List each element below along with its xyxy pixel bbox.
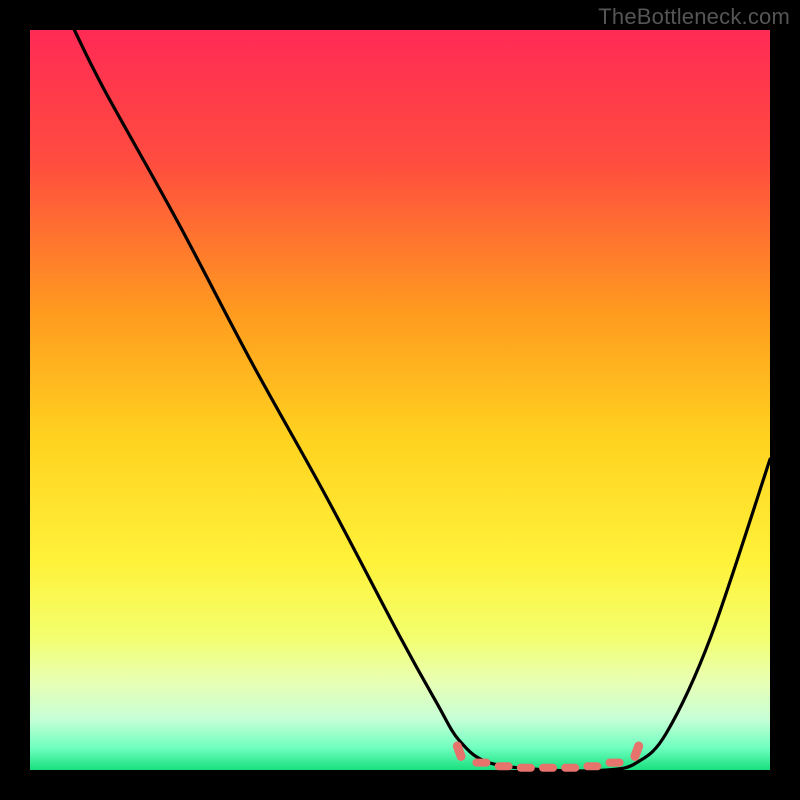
watermark-text: TheBottleneck.com: [598, 4, 790, 30]
gradient-background: [30, 30, 770, 770]
bottleneck-chart: [0, 0, 800, 800]
chart-container: TheBottleneck.com: [0, 0, 800, 800]
